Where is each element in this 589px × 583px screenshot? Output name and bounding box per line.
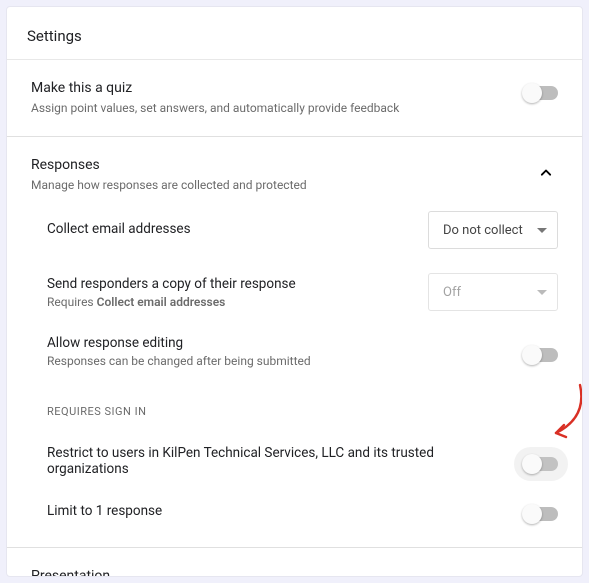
requires-signin-header: REQUIRES SIGN IN [47,391,558,422]
restrict-toggle[interactable] [524,457,558,471]
presentation-title: Presentation [31,568,522,577]
allow-edit-toggle[interactable] [524,348,558,362]
section-quiz: Make this a quiz Assign point values, se… [7,60,582,137]
restrict-row: Restrict to users in KilPen Technical Se… [47,433,558,489]
caret-down-icon [537,290,547,295]
settings-card: Settings Make this a quiz Assign point v… [6,6,583,577]
allow-edit-row: Allow response editing Responses can be … [47,323,558,380]
responses-subtitle: Manage how responses are collected and p… [31,177,522,193]
allow-edit-title: Allow response editing [47,335,508,351]
chevron-down-icon[interactable] [534,572,558,577]
send-copy-title: Send responders a copy of their response [47,276,412,292]
quiz-title: Make this a quiz [31,80,512,96]
send-copy-sub: Requires Collect email addresses [47,295,412,309]
collect-email-row: Collect email addresses Do not collect [47,199,558,261]
limit-title: Limit to 1 response [47,503,508,519]
caret-down-icon [537,228,547,233]
collect-email-title: Collect email addresses [47,221,412,237]
send-copy-value: Off [443,285,461,300]
quiz-subtitle: Assign point values, set answers, and au… [31,100,512,116]
responses-body: Collect email addresses Do not collect S… [31,193,558,527]
limit-toggle[interactable] [524,507,558,521]
page-title: Settings [7,7,582,60]
allow-edit-subtitle: Responses can be changed after being sub… [47,354,508,368]
send-copy-row: Send responders a copy of their response… [47,261,558,323]
send-copy-select[interactable]: Off [428,273,558,311]
responses-title: Responses [31,157,522,173]
quiz-toggle[interactable] [524,86,558,100]
section-responses: Responses Manage how responses are colle… [7,137,582,548]
collect-email-select[interactable]: Do not collect [428,211,558,249]
section-presentation: Presentation Manage how the form and res… [7,548,582,577]
chevron-up-icon[interactable] [534,161,558,185]
collect-email-value: Do not collect [443,223,523,238]
restrict-title: Restrict to users in KilPen Technical Se… [47,445,508,477]
limit-row: Limit to 1 response [47,489,558,521]
